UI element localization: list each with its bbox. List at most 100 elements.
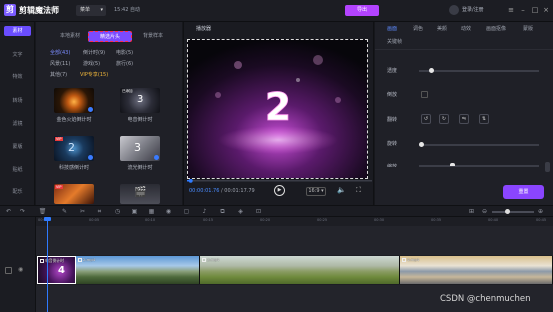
category-game[interactable]: 游戏(5) [83, 60, 100, 68]
category-other[interactable]: 其他(7) [50, 71, 67, 79]
thumb-tech[interactable]: VIP 2 [54, 136, 94, 161]
sidebar-item-materials[interactable]: 素材 [4, 26, 31, 36]
fullscreen-icon[interactable]: ⛶ [354, 186, 363, 195]
sidebar-item-text[interactable]: 文字 [0, 51, 35, 59]
timeline-ruler[interactable]: 00:00 00:05 00:10 00:15 00:20 00:25 00:3… [36, 217, 553, 226]
category-vip[interactable]: VIP专享(15) [80, 71, 108, 79]
playhead[interactable] [47, 217, 48, 312]
reverse-checkbox[interactable] [421, 91, 428, 98]
category-scenery[interactable]: 风景(11) [50, 60, 70, 68]
playhead-handle[interactable] [44, 217, 51, 221]
progress-bar[interactable] [187, 178, 372, 183]
rotate-slider[interactable] [419, 144, 539, 146]
sidebar-item-transitions[interactable]: 转场 [0, 97, 35, 105]
rotate-right-icon[interactable]: ↻ [439, 114, 449, 124]
tab-picture[interactable]: 画面 [387, 25, 397, 33]
tab-mask[interactable]: 蒙版 [523, 25, 533, 33]
tab-local[interactable]: 本地素材 [50, 31, 90, 42]
export-label: 导出 [356, 7, 367, 13]
app-logo-icon: 剪 [4, 4, 16, 16]
crop-frame-icon[interactable]: ⊡ [254, 207, 263, 216]
delete-icon[interactable]: 🗑 [38, 207, 47, 216]
flip-vertical-icon[interactable]: ⇅ [479, 114, 489, 124]
crop-icon[interactable]: ⌗ [95, 207, 104, 216]
zoom-slider-thumb[interactable] [505, 209, 510, 214]
eye-icon[interactable]: ◉ [18, 266, 23, 274]
undo-icon[interactable]: ↶ [4, 207, 13, 216]
category-countdown[interactable]: 倒计时(9) [83, 49, 105, 57]
mosaic-icon[interactable]: ▦ [147, 207, 156, 216]
sidebar-item-stickers[interactable]: 贴纸 [0, 166, 35, 174]
clip-name: 3.mp4 [202, 257, 219, 262]
timeline-clip-4[interactable]: 4.mp4 [400, 256, 553, 284]
preview-screen[interactable]: 2 [187, 39, 368, 179]
thumb-golden-fire[interactable] [54, 88, 94, 113]
sticker-icon[interactable]: ◈ [236, 207, 245, 216]
thumb-number: 3 [134, 141, 141, 154]
thumb-electro[interactable]: 已添加 3 [120, 88, 160, 113]
lock-icon[interactable] [5, 267, 12, 274]
thumb-clapper[interactable]: 🎬 [120, 184, 160, 204]
timeline-clip-2[interactable]: 2.mp4 [76, 256, 200, 284]
menu-button[interactable]: 菜单 ▾ [76, 5, 106, 16]
sidebar-item-filters[interactable]: 滤镜 [0, 120, 35, 128]
speed-icon[interactable]: ◷ [113, 207, 122, 216]
rotate-slider-thumb[interactable] [419, 142, 424, 147]
thumb-streamer[interactable]: 3 [120, 136, 160, 161]
play-button[interactable]: ▶ [274, 185, 285, 196]
screenshot-icon[interactable]: ▢ [182, 207, 191, 216]
menu-icon[interactable]: ≡ [506, 5, 516, 15]
player-title: 播放器 [196, 26, 212, 32]
aspect-ratio-select[interactable]: 16:9 ▾ [306, 187, 326, 196]
vip-badge: VIP [55, 137, 63, 141]
category-all[interactable]: 全部(43) [50, 49, 70, 57]
zoom-in-icon[interactable]: ⊕ [536, 207, 545, 216]
close-icon[interactable]: × [541, 5, 551, 15]
fit-icon[interactable]: ⊞ [467, 207, 476, 216]
timeline-clip-3[interactable]: 3.mp4 [200, 256, 400, 284]
login-link[interactable]: 登录/注册 [462, 6, 484, 15]
tab-keying[interactable]: 画面抠像 [486, 25, 506, 33]
preview-art: 2 [188, 40, 367, 178]
reset-button[interactable]: 重置 [503, 185, 544, 199]
export-button[interactable]: 导出 [345, 5, 379, 16]
rotate-label: 旋转 [387, 141, 398, 147]
record-icon[interactable]: ◉ [164, 207, 173, 216]
sidebar-item-music[interactable]: 配乐 [0, 188, 35, 196]
minimize-icon[interactable]: – [518, 5, 528, 15]
copy-icon[interactable]: ⧉ [218, 207, 227, 216]
scale-slider-thumb[interactable] [450, 163, 455, 166]
clip-thumb-number: 4 [58, 265, 65, 276]
opacity-slider-thumb[interactable] [428, 68, 434, 73]
thumb-vip-fire[interactable]: VIP [54, 184, 94, 204]
freeze-icon[interactable]: ▣ [130, 207, 139, 216]
volume-icon[interactable]: 🔈 [337, 186, 346, 195]
zoom-slider[interactable] [492, 211, 534, 213]
properties-panel: 画面 调色 美颜 动效 画面抠像 蒙版 关键帧 透度 倒放 翻转 ↺ ↻ ⇋ ⇅… [375, 22, 553, 205]
edit-icon[interactable]: ✎ [60, 207, 69, 216]
clip-name: 4.mp4 [402, 257, 419, 262]
scale-slider[interactable] [419, 165, 539, 167]
maximize-icon[interactable]: □ [530, 5, 540, 15]
tab-beauty[interactable]: 美颜 [437, 25, 447, 33]
avatar[interactable] [449, 5, 459, 15]
category-movie[interactable]: 电影(5) [116, 49, 133, 57]
scrollbar[interactable] [545, 162, 550, 172]
tab-backgrounds[interactable]: 背景样本 [133, 31, 173, 42]
split-icon[interactable]: ✂ [78, 207, 87, 216]
ruler-tick: 00:40 [488, 218, 499, 222]
sidebar-item-mask[interactable]: 蒙版 [0, 143, 35, 151]
tab-color[interactable]: 调色 [413, 25, 423, 33]
zoom-out-icon[interactable]: ⊖ [480, 207, 489, 216]
category-travel[interactable]: 旅行(6) [116, 60, 133, 68]
rotate-left-icon[interactable]: ↺ [421, 114, 431, 124]
timeline-clip-1[interactable]: 电音倒计时 4 [37, 256, 76, 284]
tab-motion[interactable]: 动效 [461, 25, 471, 33]
tab-featured-intros[interactable]: 精选片头 [88, 31, 132, 42]
audio-icon[interactable]: ♪ [200, 207, 209, 216]
flip-horizontal-icon[interactable]: ⇋ [459, 114, 469, 124]
sidebar-item-effects[interactable]: 特效 [0, 73, 35, 81]
tab-keyframes[interactable]: 关键帧 [387, 38, 402, 46]
redo-icon[interactable]: ↷ [18, 207, 27, 216]
opacity-slider[interactable] [419, 70, 539, 72]
